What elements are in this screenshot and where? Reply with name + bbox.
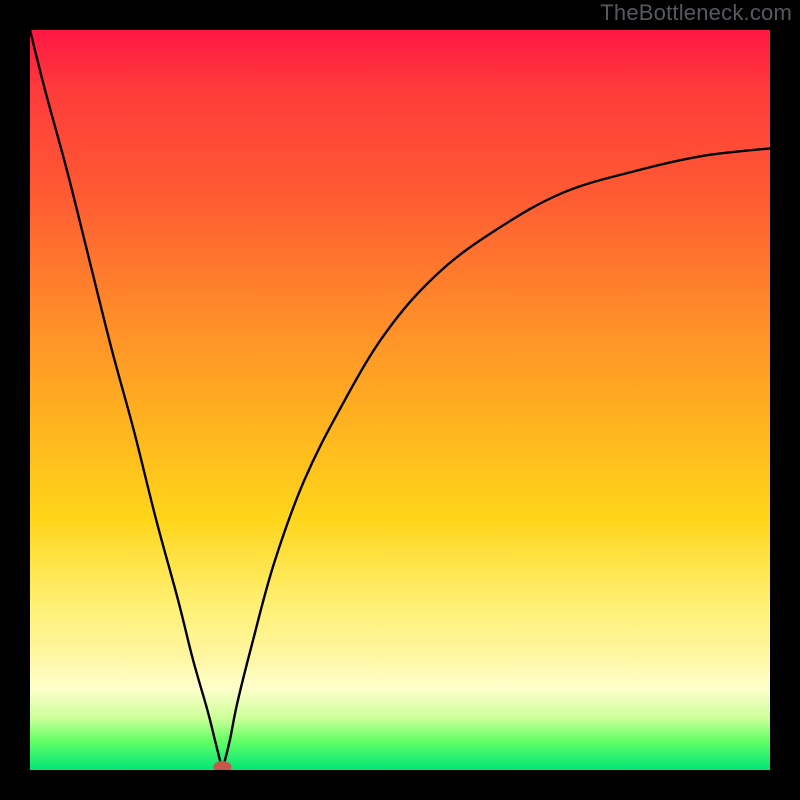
watermark-text: TheBottleneck.com: [600, 0, 792, 26]
chart-curve-layer: [30, 30, 770, 770]
minimum-marker: [213, 761, 231, 770]
bottleneck-curve-path: [30, 30, 770, 770]
chart-plot-area: [30, 30, 770, 770]
chart-frame: TheBottleneck.com: [0, 0, 800, 800]
chart-curve-svg: [30, 30, 770, 770]
